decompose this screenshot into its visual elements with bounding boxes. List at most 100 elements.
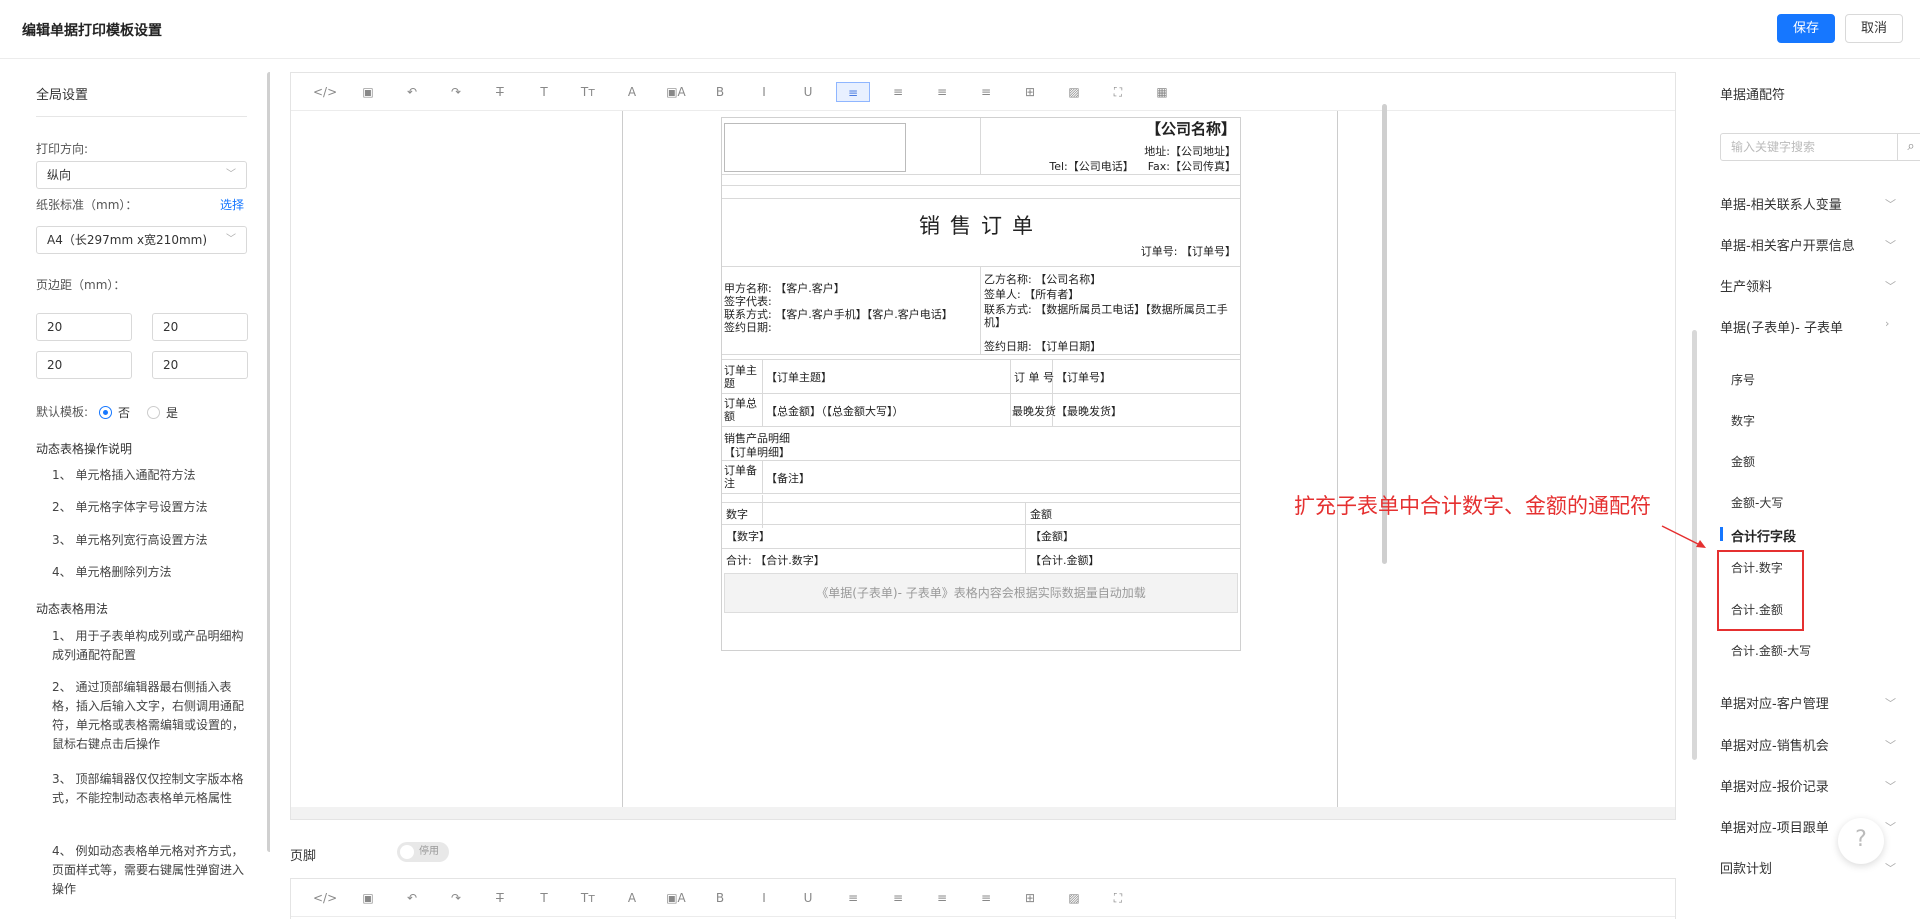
chevron-right-icon[interactable]: › bbox=[1885, 317, 1889, 330]
orientation-select[interactable]: 纵向 ﹀ bbox=[36, 161, 247, 189]
align-left-icon[interactable]: ≡ bbox=[836, 82, 870, 102]
chevron-down-icon[interactable]: ﹀ bbox=[1885, 695, 1896, 711]
row-border bbox=[722, 502, 1240, 503]
fullscreen-icon[interactable]: ⛶ bbox=[1107, 82, 1129, 102]
strikethrough-icon[interactable]: T̶ bbox=[489, 82, 511, 102]
usage-item: 4、 例如动态表格单元格对齐方式，页面样式等，需要右键属性弹窗进入操作 bbox=[52, 844, 245, 896]
group-payment-plan[interactable]: 回款计划 bbox=[1720, 858, 1772, 877]
cancel-button[interactable]: 取消 bbox=[1845, 14, 1903, 43]
save-button[interactable]: 保存 bbox=[1777, 14, 1835, 43]
horizontal-scrollbar[interactable] bbox=[291, 807, 1675, 819]
chevron-down-icon[interactable]: ﹀ bbox=[1885, 819, 1896, 835]
text-icon[interactable]: T bbox=[533, 888, 555, 908]
redo-icon[interactable]: ↷ bbox=[445, 888, 467, 908]
justify-icon[interactable]: ≡ bbox=[975, 82, 997, 102]
group-contact-vars[interactable]: 单据-相关联系人变量 bbox=[1720, 194, 1842, 213]
margin-top-input[interactable]: 20 bbox=[36, 313, 132, 341]
table-icon[interactable]: ⊞ bbox=[1019, 82, 1041, 102]
redo-icon[interactable]: ↷ bbox=[445, 82, 467, 102]
bold-icon[interactable]: B bbox=[709, 82, 731, 102]
align-right-icon[interactable]: ≡ bbox=[931, 888, 953, 908]
wildcard-item[interactable]: 金额 bbox=[1731, 453, 1755, 470]
party-a-date: 签约日期: bbox=[724, 321, 772, 334]
underline-icon[interactable]: U bbox=[797, 82, 819, 102]
align-center-icon[interactable]: ≡ bbox=[887, 82, 909, 102]
undo-icon[interactable]: ↶ bbox=[401, 888, 423, 908]
search-icon[interactable]: ⌕ bbox=[1897, 133, 1920, 161]
radio-unchecked-icon bbox=[147, 406, 160, 419]
group-invoice-info[interactable]: 单据-相关客户开票信息 bbox=[1720, 235, 1855, 254]
sub-head-number: 数字 bbox=[726, 508, 748, 521]
group-material[interactable]: 生产领料 bbox=[1720, 276, 1772, 295]
wildcard-search-input[interactable]: 输入关键字搜索 bbox=[1720, 133, 1898, 161]
footer-toggle[interactable]: 停用 bbox=[397, 842, 449, 862]
underline-icon[interactable]: U bbox=[797, 888, 819, 908]
bg-color-icon[interactable]: ▣A bbox=[665, 888, 687, 908]
source-icon[interactable]: </> bbox=[313, 82, 337, 102]
row-border bbox=[722, 460, 1240, 461]
font-size-icon[interactable]: Tт bbox=[577, 82, 599, 102]
text-icon[interactable]: T bbox=[533, 82, 555, 102]
source-icon[interactable]: </> bbox=[313, 888, 337, 908]
align-left-icon[interactable]: ≡ bbox=[842, 888, 864, 908]
wildcard-item[interactable]: 序号 bbox=[1731, 371, 1755, 388]
italic-icon[interactable]: I bbox=[753, 888, 775, 908]
align-right-icon[interactable]: ≡ bbox=[931, 82, 953, 102]
bold-icon[interactable]: B bbox=[709, 888, 731, 908]
row-border bbox=[722, 524, 1240, 525]
wildcard-item-total-amount-upper[interactable]: 合计.金额-大写 bbox=[1731, 642, 1811, 659]
chevron-down-icon[interactable]: ﹀ bbox=[1885, 196, 1896, 212]
default-no-radio[interactable]: 否 bbox=[99, 404, 130, 421]
fullscreen-icon[interactable]: ⛶ bbox=[1107, 888, 1129, 908]
image-icon[interactable]: ▨ bbox=[1063, 82, 1085, 102]
paper-select-link[interactable]: 选择 bbox=[220, 196, 244, 213]
party-b-signer: 签单人: 【所有者】 bbox=[984, 288, 1080, 301]
order-document[interactable]: 【公司名称】 地址:【公司地址】 Tel:【公司电话】 Fax:【公司传真】 销… bbox=[721, 117, 1241, 651]
row-border bbox=[722, 426, 1240, 427]
group-quote[interactable]: 单据对应-报价记录 bbox=[1720, 776, 1829, 795]
italic-icon[interactable]: I bbox=[753, 82, 775, 102]
font-color-icon[interactable]: A bbox=[621, 82, 643, 102]
default-template-label: 默认模板: bbox=[36, 405, 89, 419]
footer-toolbar: </> ▣ ↶ ↷ T̶ T Tт A ▣A B I U ≡ ≡ ≡ ≡ ⊞ ▨ ⛶ bbox=[291, 879, 1675, 917]
template-icon[interactable]: ▣ bbox=[357, 888, 379, 908]
global-settings-title: 全局设置 bbox=[36, 88, 89, 103]
chevron-down-icon[interactable]: ﹀ bbox=[1885, 737, 1896, 753]
group-opportunity[interactable]: 单据对应-销售机会 bbox=[1720, 735, 1829, 754]
chevron-down-icon[interactable]: ﹀ bbox=[1885, 278, 1896, 294]
undo-icon[interactable]: ↶ bbox=[401, 82, 423, 102]
chevron-down-icon[interactable]: ﹀ bbox=[1885, 778, 1896, 794]
logo-image-placeholder[interactable] bbox=[724, 123, 906, 172]
margin-left-input[interactable]: 20 bbox=[36, 351, 132, 379]
justify-icon[interactable]: ≡ bbox=[975, 888, 997, 908]
group-subform[interactable]: 单据(子表单)- 子表单 bbox=[1720, 317, 1843, 336]
strikethrough-icon[interactable]: T̶ bbox=[489, 888, 511, 908]
align-center-icon[interactable]: ≡ bbox=[887, 888, 909, 908]
dynamic-table-icon[interactable]: ▦ bbox=[1151, 82, 1173, 102]
wildcard-item[interactable]: 数字 bbox=[1731, 412, 1755, 429]
font-size-icon[interactable]: Tт bbox=[577, 888, 599, 908]
row-label: 最晚发货 bbox=[1012, 405, 1056, 418]
group-customer[interactable]: 单据对应-客户管理 bbox=[1720, 693, 1829, 712]
sub-total-amount: 【合计.金额】 bbox=[1030, 554, 1100, 567]
row-label: 订单总额 bbox=[724, 397, 757, 423]
help-icon[interactable]: ? bbox=[1838, 818, 1884, 864]
bg-color-icon[interactable]: ▣A bbox=[665, 82, 687, 102]
chevron-down-icon[interactable]: ﹀ bbox=[1885, 860, 1896, 876]
image-icon[interactable]: ▨ bbox=[1063, 888, 1085, 908]
chevron-down-icon: ﹀ bbox=[226, 234, 236, 245]
chevron-down-icon[interactable]: ﹀ bbox=[1885, 237, 1896, 253]
font-color-icon[interactable]: A bbox=[621, 888, 643, 908]
wildcard-item[interactable]: 金额-大写 bbox=[1731, 494, 1783, 511]
table-icon[interactable]: ⊞ bbox=[1019, 888, 1041, 908]
row-border bbox=[722, 354, 1240, 355]
margin-bottom-input[interactable]: 20 bbox=[152, 313, 248, 341]
margin-right-input[interactable]: 20 bbox=[152, 351, 248, 379]
row-value: 【备注】 bbox=[766, 472, 810, 485]
paper-select[interactable]: A4（长297mm x宽210mm) ﹀ bbox=[36, 226, 247, 254]
row-label: 订单备注 bbox=[724, 464, 757, 490]
default-yes-radio[interactable]: 是 bbox=[147, 404, 178, 421]
left-scrollbar[interactable] bbox=[267, 72, 270, 852]
template-icon[interactable]: ▣ bbox=[357, 82, 379, 102]
group-project[interactable]: 单据对应-项目跟单 bbox=[1720, 817, 1829, 836]
